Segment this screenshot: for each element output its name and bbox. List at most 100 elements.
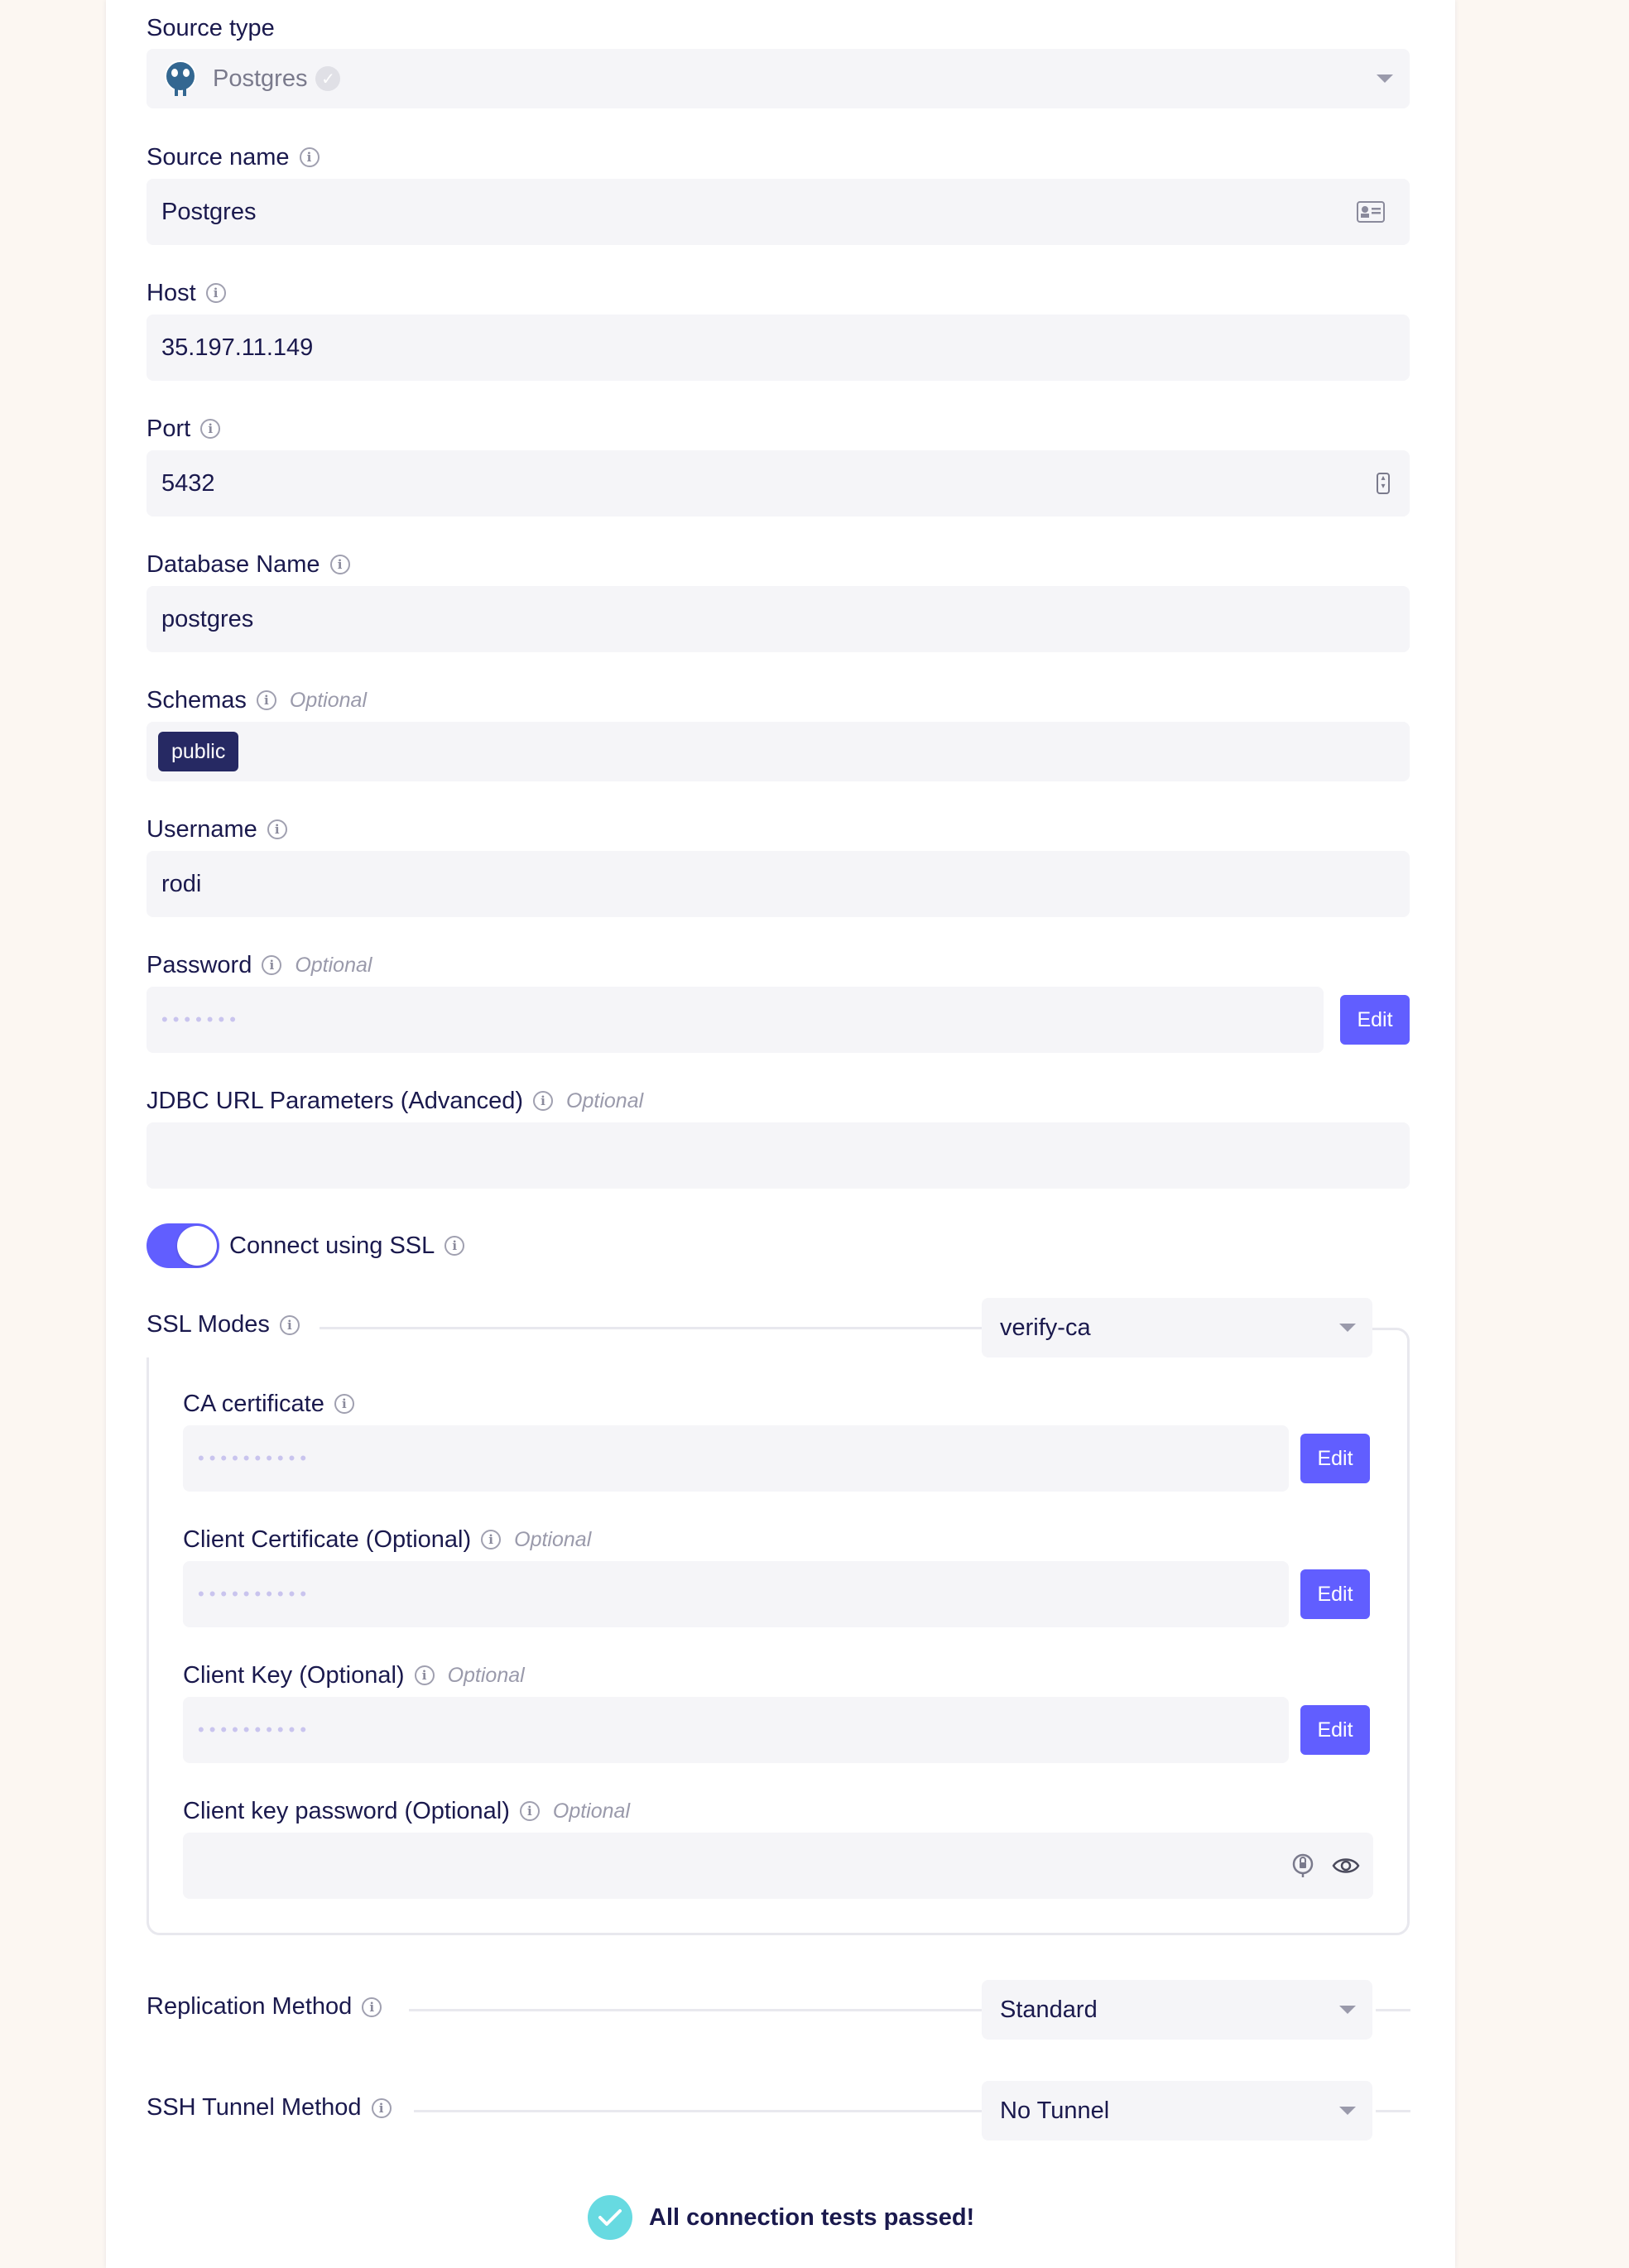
source-type-value: Postgres bbox=[213, 65, 308, 92]
client-key-edit-button[interactable]: Edit bbox=[1300, 1705, 1370, 1755]
success-check-icon bbox=[588, 2195, 632, 2240]
source-name-field: Source name i Postgres bbox=[147, 141, 1410, 245]
password-edit-button[interactable]: Edit bbox=[1340, 995, 1410, 1045]
ca-certificate-field: CA certificate i •••••••••• Edit bbox=[183, 1387, 1370, 1492]
optional-tag: Optional bbox=[552, 1799, 631, 1823]
jdbc-input[interactable] bbox=[147, 1122, 1410, 1189]
port-label: Port i bbox=[147, 412, 1410, 445]
ssl-toggle[interactable] bbox=[147, 1223, 219, 1268]
client-key-input[interactable]: •••••••••• bbox=[183, 1697, 1289, 1763]
port-input[interactable]: 5432 ▴ ▾ bbox=[147, 450, 1410, 517]
ssl-mode-select[interactable]: verify-ca bbox=[982, 1298, 1372, 1357]
schemas-input[interactable]: public bbox=[147, 722, 1410, 781]
chevron-down-icon bbox=[1377, 74, 1393, 83]
ssl-mode-value: verify-ca bbox=[1000, 1314, 1091, 1341]
ca-certificate-edit-button[interactable]: Edit bbox=[1300, 1434, 1370, 1483]
info-icon[interactable]: i bbox=[299, 147, 320, 167]
replication-select[interactable]: Standard bbox=[982, 1980, 1372, 2040]
source-type-field: Source type Postgres ✓ bbox=[147, 12, 1410, 108]
info-icon[interactable]: i bbox=[414, 1665, 435, 1685]
jdbc-field: JDBC URL Parameters (Advanced) i Optiona… bbox=[147, 1084, 1410, 1189]
ca-certificate-input[interactable]: •••••••••• bbox=[183, 1425, 1289, 1492]
connection-status: All connection tests passed! bbox=[588, 2195, 974, 2240]
number-stepper-icon[interactable]: ▴ ▾ bbox=[1377, 473, 1390, 494]
info-icon[interactable]: i bbox=[334, 1394, 354, 1414]
client-certificate-label: Client Certificate (Optional) i Optional bbox=[183, 1526, 592, 1553]
client-certificate-row: •••••••••• Edit bbox=[183, 1561, 1370, 1627]
client-certificate-edit-button[interactable]: Edit bbox=[1300, 1569, 1370, 1619]
lock-icon[interactable] bbox=[1292, 1853, 1314, 1878]
postgres-logo-icon bbox=[165, 60, 196, 96]
schema-chip[interactable]: public bbox=[158, 732, 239, 771]
host-field: Host i 35.197.11.149 bbox=[147, 276, 1410, 381]
database-label: Database Name i bbox=[147, 548, 1410, 581]
info-icon[interactable]: i bbox=[533, 1091, 554, 1111]
info-icon[interactable]: i bbox=[267, 819, 287, 839]
info-icon[interactable]: i bbox=[262, 955, 282, 975]
divider-line bbox=[1376, 2009, 1410, 2011]
optional-tag: Optional bbox=[447, 1663, 525, 1687]
client-key-row: •••••••••• Edit bbox=[183, 1697, 1370, 1763]
client-key-password-input[interactable] bbox=[183, 1833, 1373, 1899]
replication-label: Replication Method i bbox=[147, 1993, 382, 2021]
verified-check-icon: ✓ bbox=[315, 66, 341, 91]
username-field: Username i rodi bbox=[147, 813, 1410, 917]
optional-tag: Optional bbox=[289, 688, 368, 712]
ssh-tunnel-select[interactable]: No Tunnel bbox=[982, 2081, 1372, 2141]
client-key-password-field: Client key password (Optional) i Optiona… bbox=[183, 1795, 1373, 1899]
eye-icon[interactable] bbox=[1332, 1856, 1360, 1876]
optional-tag: Optional bbox=[514, 1527, 592, 1551]
chevron-down-icon bbox=[1339, 2006, 1356, 2014]
divider-line bbox=[1376, 2110, 1410, 2112]
password-row: ••••••• Edit bbox=[147, 987, 1410, 1053]
host-value: 35.197.11.149 bbox=[161, 334, 314, 361]
source-name-label: Source name i bbox=[147, 141, 1410, 174]
chevron-down-icon bbox=[1339, 2107, 1356, 2115]
client-certificate-field: Client Certificate (Optional) i Optional… bbox=[183, 1523, 1370, 1627]
contact-card-icon bbox=[1357, 201, 1385, 223]
status-text: All connection tests passed! bbox=[649, 2203, 975, 2231]
ca-certificate-row: •••••••••• Edit bbox=[183, 1425, 1370, 1492]
jdbc-label: JDBC URL Parameters (Advanced) i Optiona… bbox=[147, 1087, 644, 1114]
client-key-label: Client Key (Optional) i Optional bbox=[183, 1661, 525, 1689]
password-label: Password i Optional bbox=[147, 951, 372, 978]
username-label: Username i bbox=[147, 813, 1410, 846]
info-icon[interactable]: i bbox=[371, 2097, 392, 2118]
client-key-field: Client Key (Optional) i Optional •••••••… bbox=[183, 1659, 1370, 1763]
replication-value: Standard bbox=[1000, 1996, 1098, 2023]
source-name-input[interactable]: Postgres bbox=[147, 179, 1410, 245]
ssl-modes-label: SSL Modes i bbox=[147, 1311, 315, 1338]
optional-tag: Optional bbox=[566, 1088, 644, 1112]
info-icon[interactable]: i bbox=[279, 1314, 300, 1335]
schemas-field: Schemas i Optional public bbox=[147, 684, 1410, 781]
divider-line bbox=[409, 2009, 982, 2011]
ssl-label: Connect using SSL bbox=[229, 1232, 435, 1259]
database-field: Database Name i postgres bbox=[147, 548, 1410, 652]
ssl-toggle-row: Connect using SSL i bbox=[147, 1223, 465, 1268]
info-icon[interactable]: i bbox=[329, 555, 350, 574]
database-input[interactable]: postgres bbox=[147, 586, 1410, 652]
info-icon[interactable]: i bbox=[444, 1236, 465, 1256]
info-icon[interactable]: i bbox=[200, 419, 221, 439]
optional-tag: Optional bbox=[295, 953, 372, 977]
source-name-value: Postgres bbox=[161, 198, 257, 225]
source-type-select[interactable]: Postgres ✓ bbox=[147, 49, 1410, 108]
divider-line bbox=[414, 2110, 982, 2112]
port-value: 5432 bbox=[161, 469, 215, 497]
username-value: rodi bbox=[161, 870, 202, 897]
info-icon[interactable]: i bbox=[519, 1801, 540, 1821]
host-label: Host i bbox=[147, 276, 1410, 310]
toggle-knob bbox=[177, 1226, 217, 1266]
password-input[interactable]: ••••••• bbox=[147, 987, 1324, 1053]
host-input[interactable]: 35.197.11.149 bbox=[147, 315, 1410, 381]
info-icon[interactable]: i bbox=[256, 690, 276, 710]
password-mask: ••••••• bbox=[161, 1009, 241, 1030]
client-key-password-label: Client key password (Optional) i Optiona… bbox=[183, 1797, 631, 1824]
client-certificate-input[interactable]: •••••••••• bbox=[183, 1561, 1289, 1627]
chevron-down-icon bbox=[1339, 1324, 1356, 1332]
info-icon[interactable]: i bbox=[362, 1997, 382, 2017]
info-icon[interactable]: i bbox=[481, 1530, 502, 1550]
info-icon[interactable]: i bbox=[205, 283, 226, 303]
port-field: Port i 5432 ▴ ▾ bbox=[147, 412, 1410, 517]
username-input[interactable]: rodi bbox=[147, 851, 1410, 917]
